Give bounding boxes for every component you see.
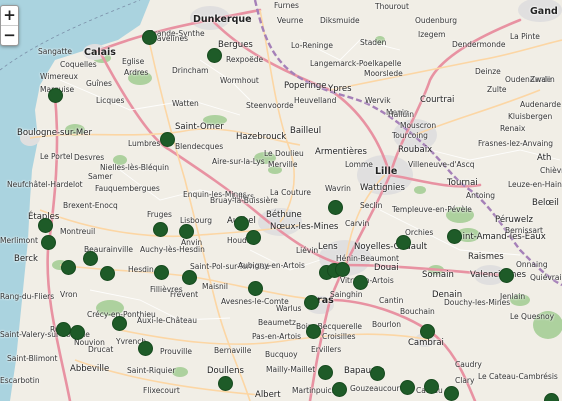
map-marker[interactable] bbox=[84, 252, 97, 265]
map-viewport[interactable]: Dunkerque Furnes Thourout Gand Grande-Sy… bbox=[0, 0, 562, 401]
map-marker[interactable] bbox=[247, 231, 260, 244]
map-marker[interactable] bbox=[154, 223, 167, 236]
map-marker[interactable] bbox=[445, 387, 458, 400]
map-marker[interactable] bbox=[329, 201, 342, 214]
map-marker[interactable] bbox=[143, 31, 156, 44]
map-marker[interactable] bbox=[336, 263, 349, 276]
map-marker[interactable] bbox=[371, 367, 384, 380]
map-marker[interactable] bbox=[208, 49, 221, 62]
map-marker[interactable] bbox=[139, 342, 152, 355]
map-marker[interactable] bbox=[401, 381, 414, 394]
zoom-in-button[interactable]: + bbox=[1, 6, 18, 25]
map-marker[interactable] bbox=[49, 89, 62, 102]
map-marker[interactable] bbox=[305, 296, 318, 309]
map-marker[interactable] bbox=[113, 317, 126, 330]
map-marker[interactable] bbox=[448, 230, 461, 243]
map-marker[interactable] bbox=[180, 225, 193, 238]
map-marker[interactable] bbox=[101, 267, 114, 280]
map-marker[interactable] bbox=[307, 325, 320, 338]
map-marker[interactable] bbox=[155, 266, 168, 279]
map-marker[interactable] bbox=[39, 219, 52, 232]
map-marker[interactable] bbox=[425, 380, 438, 393]
map-marker[interactable] bbox=[354, 276, 367, 289]
map-marker[interactable] bbox=[500, 269, 513, 282]
map-marker[interactable] bbox=[183, 271, 196, 284]
map-marker[interactable] bbox=[62, 261, 75, 274]
map-marker[interactable] bbox=[249, 282, 262, 295]
map-marker[interactable] bbox=[161, 133, 174, 146]
map-marker[interactable] bbox=[219, 377, 232, 390]
map-marker[interactable] bbox=[319, 366, 332, 379]
zoom-control: + − bbox=[0, 5, 19, 46]
map-marker[interactable] bbox=[235, 217, 248, 230]
map-marker[interactable] bbox=[397, 236, 410, 249]
map-marker[interactable] bbox=[333, 383, 346, 396]
map-marker[interactable] bbox=[545, 394, 558, 401]
map-marker[interactable] bbox=[421, 325, 434, 338]
zoom-out-button[interactable]: − bbox=[1, 25, 18, 45]
map-marker[interactable] bbox=[57, 323, 70, 336]
map-marker[interactable] bbox=[42, 236, 55, 249]
map-base-tiles bbox=[0, 0, 562, 401]
map-marker[interactable] bbox=[71, 326, 84, 339]
